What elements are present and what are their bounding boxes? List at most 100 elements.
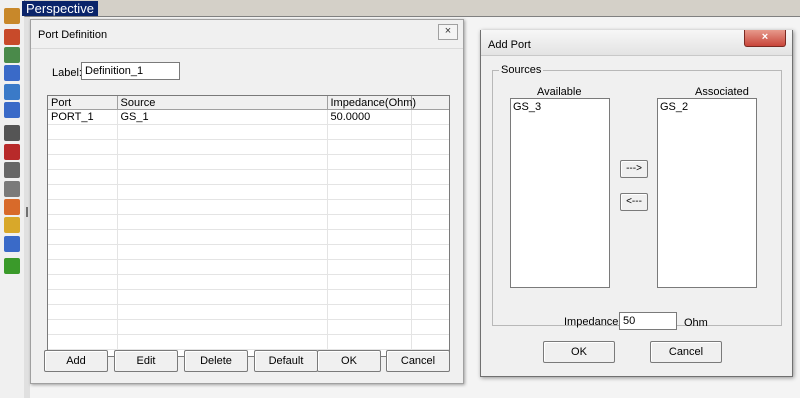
- table-cell[interactable]: [411, 304, 449, 320]
- table-cell[interactable]: [117, 244, 328, 260]
- paste-icon[interactable]: [4, 217, 20, 233]
- add-button[interactable]: Add: [44, 350, 108, 372]
- add-port-titlebar[interactable]: Add Port ×: [481, 30, 792, 56]
- calculator-icon[interactable]: [4, 236, 20, 252]
- table-cell[interactable]: [48, 154, 118, 170]
- table-row[interactable]: [48, 154, 449, 170]
- table-cell[interactable]: [411, 214, 449, 230]
- table-cell[interactable]: [48, 229, 118, 245]
- table-row[interactable]: [48, 199, 449, 215]
- table-cell[interactable]: PORT_1: [48, 109, 118, 125]
- table-cell[interactable]: [327, 334, 412, 350]
- table-cell[interactable]: [327, 304, 412, 320]
- table-cell[interactable]: [48, 334, 118, 350]
- table-cell[interactable]: [117, 319, 328, 335]
- table-cell[interactable]: [411, 289, 449, 305]
- table-row[interactable]: [48, 229, 449, 245]
- table-cell[interactable]: [327, 259, 412, 275]
- cancel-button[interactable]: Cancel: [386, 350, 450, 372]
- image-icon[interactable]: [4, 181, 20, 197]
- table-cell[interactable]: [48, 214, 118, 230]
- column-header-port[interactable]: Port: [48, 96, 118, 110]
- table-row[interactable]: [48, 289, 449, 305]
- table-cell[interactable]: [48, 139, 118, 155]
- table-row[interactable]: [48, 274, 449, 290]
- table-row[interactable]: [48, 214, 449, 230]
- label-input[interactable]: Definition_1: [81, 62, 180, 80]
- table-cell[interactable]: [327, 244, 412, 260]
- check-icon[interactable]: [4, 199, 20, 215]
- copy-icon[interactable]: [4, 47, 20, 63]
- table-cell[interactable]: [411, 139, 449, 155]
- table-cell[interactable]: [48, 289, 118, 305]
- table-cell[interactable]: [117, 334, 328, 350]
- matrix-icon[interactable]: [4, 162, 20, 178]
- table-cell[interactable]: [117, 184, 328, 200]
- list-item[interactable]: GS_2: [658, 99, 756, 115]
- port-definition-titlebar[interactable]: Port Definition ×: [31, 20, 463, 49]
- table-row[interactable]: [48, 304, 449, 320]
- delete-button[interactable]: Delete: [184, 350, 248, 372]
- associated-list[interactable]: GS_2: [657, 98, 757, 288]
- table-cell[interactable]: [48, 184, 118, 200]
- table-cell[interactable]: [327, 169, 412, 185]
- table-cell[interactable]: [48, 304, 118, 320]
- 3d-box-icon[interactable]: [4, 65, 20, 81]
- default-button[interactable]: Default: [254, 350, 318, 372]
- table-cell[interactable]: [48, 319, 118, 335]
- table-cell[interactable]: [117, 274, 328, 290]
- table-cell[interactable]: [411, 184, 449, 200]
- table-cell[interactable]: [117, 214, 328, 230]
- table-cell[interactable]: [411, 124, 449, 140]
- table-cell[interactable]: [48, 244, 118, 260]
- edit-button[interactable]: Edit: [114, 350, 178, 372]
- table-cell[interactable]: [411, 274, 449, 290]
- scissors-icon[interactable]: [4, 29, 20, 45]
- table-cell[interactable]: [411, 169, 449, 185]
- table-cell[interactable]: [117, 154, 328, 170]
- port-table[interactable]: Port Source Impedance(Ohm) PORT_1 GS_1 50.…: [47, 95, 450, 357]
- column-header-impedance[interactable]: Impedance(Ohm): [327, 96, 416, 110]
- table-cell[interactable]: [411, 319, 449, 335]
- table-cell[interactable]: [48, 169, 118, 185]
- table-row[interactable]: [48, 184, 449, 200]
- table-cell[interactable]: [117, 229, 328, 245]
- table-cell[interactable]: [327, 124, 412, 140]
- table-cell[interactable]: 50.0000: [327, 109, 412, 125]
- star-icon[interactable]: [4, 258, 20, 274]
- table-icon[interactable]: [4, 102, 20, 118]
- move-left-button[interactable]: <---: [620, 193, 648, 211]
- table-cell[interactable]: [48, 124, 118, 140]
- table-row[interactable]: [48, 334, 449, 350]
- table-cell[interactable]: [117, 139, 328, 155]
- table-row[interactable]: [48, 124, 449, 140]
- table-cell[interactable]: [327, 184, 412, 200]
- table-cell[interactable]: [327, 289, 412, 305]
- function-icon[interactable]: [4, 125, 20, 141]
- table-cell[interactable]: [48, 274, 118, 290]
- table-cell[interactable]: [411, 244, 449, 260]
- table-cell[interactable]: [411, 229, 449, 245]
- table-cell[interactable]: [48, 259, 118, 275]
- table-cell[interactable]: [411, 259, 449, 275]
- table-cell[interactable]: [117, 169, 328, 185]
- table-cell[interactable]: [327, 214, 412, 230]
- close-icon[interactable]: ×: [438, 24, 458, 40]
- table-cell[interactable]: [117, 259, 328, 275]
- table-cell[interactable]: [411, 334, 449, 350]
- table-cell[interactable]: [117, 289, 328, 305]
- table-row[interactable]: [48, 169, 449, 185]
- available-list[interactable]: GS_3: [510, 98, 610, 288]
- table-cell[interactable]: [411, 109, 449, 125]
- ok-button[interactable]: OK: [317, 350, 381, 372]
- table-cell[interactable]: [327, 154, 412, 170]
- table-row[interactable]: PORT_1 GS_1 50.0000: [48, 109, 449, 125]
- column-header-extra[interactable]: [411, 96, 449, 110]
- table-row[interactable]: [48, 259, 449, 275]
- close-icon[interactable]: ×: [744, 30, 786, 47]
- excel-icon[interactable]: [4, 144, 20, 160]
- ruler-icon[interactable]: [4, 8, 20, 24]
- table-cell[interactable]: [117, 199, 328, 215]
- list-item[interactable]: GS_3: [511, 99, 609, 115]
- table-row[interactable]: [48, 244, 449, 260]
